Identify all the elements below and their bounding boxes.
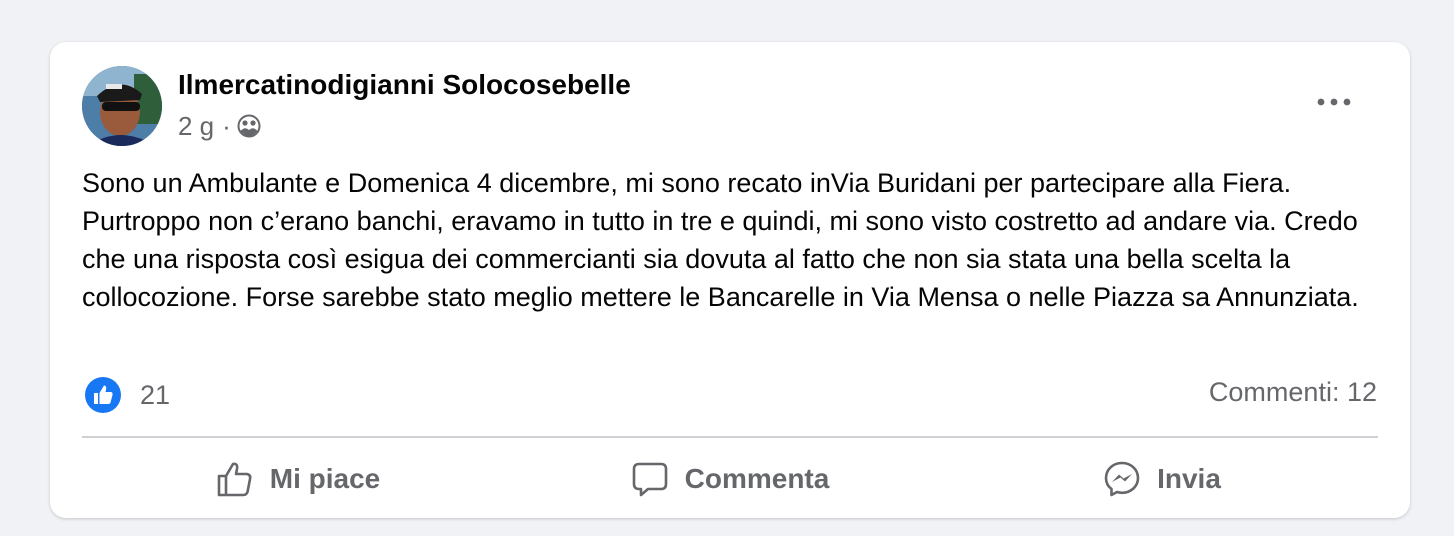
divider [82,436,1378,438]
reaction-count: 21 [140,379,171,410]
post-text: Sono un Ambulante e Domenica 4 dicembre,… [82,168,1359,312]
post-time[interactable]: 2 g [178,111,214,142]
author-avatar[interactable] [82,66,162,146]
author-name[interactable]: Ilmercatinodigianni Solocosebelle [178,69,631,101]
send-button-label: Invia [1157,463,1221,494]
action-bar: Mi piace Commenta Invia [82,450,1378,508]
post-meta: 2 g · [178,110,261,142]
comments-count-link[interactable]: Commenti: 12 [1209,377,1377,408]
like-button-label: Mi piace [269,463,381,494]
post-card: Ilmercatinodigianni Solocosebelle 2 g · … [50,42,1410,518]
comment-bubble-icon [632,462,667,497]
more-options-button[interactable] [1306,84,1362,120]
meta-separator: · [222,110,231,141]
avatar-photo [82,66,162,146]
comment-button[interactable]: Commenta [514,450,946,508]
friends-icon [237,114,261,138]
comment-button-label: Commenta [684,463,830,494]
send-button[interactable]: Invia [946,450,1378,508]
more-dots-icon [1317,98,1351,106]
thumbs-up-icon [217,462,252,497]
like-reaction-icon [84,376,122,414]
reactions-summary[interactable]: 21 [84,376,170,414]
like-button[interactable]: Mi piace [82,450,514,508]
messenger-icon [1104,461,1140,497]
